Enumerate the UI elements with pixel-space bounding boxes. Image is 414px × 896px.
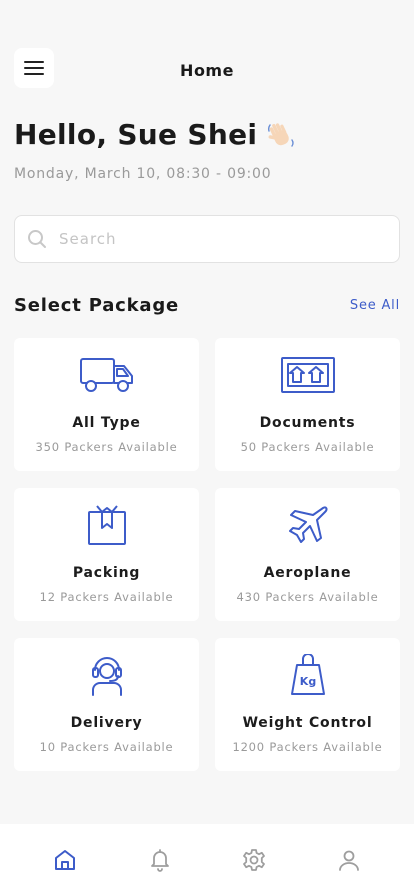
nav-home[interactable] bbox=[41, 836, 89, 884]
package-card-aeroplane[interactable]: Aeroplane 430 Packers Available bbox=[215, 488, 400, 621]
package-count: 430 Packers Available bbox=[236, 590, 379, 604]
search-input[interactable] bbox=[59, 230, 359, 248]
package-name: Packing bbox=[72, 565, 141, 581]
waving-hand-icon bbox=[265, 119, 297, 151]
package-count: 1200 Packers Available bbox=[232, 740, 383, 754]
svg-text:Kg: Kg bbox=[299, 675, 315, 688]
bell-icon bbox=[150, 849, 169, 872]
headset-agent-icon bbox=[91, 657, 122, 696]
page-title: Home bbox=[180, 61, 234, 80]
aeroplane-icon bbox=[288, 506, 327, 543]
truck-icon bbox=[79, 358, 133, 392]
package-card-delivery[interactable]: Delivery 10 Packers Available bbox=[14, 638, 199, 771]
package-count: 12 Packers Available bbox=[39, 590, 174, 604]
greeting-text: Hello, Sue Shei bbox=[14, 118, 258, 151]
user-icon bbox=[338, 850, 359, 871]
nav-profile[interactable] bbox=[325, 836, 373, 884]
nav-notifications[interactable] bbox=[136, 836, 184, 884]
package-name: Aeroplane bbox=[263, 565, 352, 581]
see-all-link[interactable]: See All bbox=[350, 298, 400, 313]
greeting-heading: Hello, Sue Shei bbox=[14, 118, 297, 151]
package-name: Weight Control bbox=[242, 715, 373, 731]
schedule-date-time: Monday, March 10, 08:30 - 09:00 bbox=[14, 166, 272, 182]
documents-box-icon bbox=[280, 357, 335, 393]
section-title: Select Package bbox=[14, 295, 180, 316]
package-count: 350 Packers Available bbox=[35, 440, 178, 454]
package-card-weight-control[interactable]: Kg Weight Control 1200 Packers Available bbox=[215, 638, 400, 771]
package-count: 50 Packers Available bbox=[240, 440, 375, 454]
package-name: All Type bbox=[72, 415, 141, 431]
gear-icon bbox=[243, 849, 266, 871]
package-card-documents[interactable]: Documents 50 Packers Available bbox=[215, 338, 400, 471]
bottom-navigation bbox=[0, 824, 414, 896]
search-icon bbox=[28, 230, 46, 248]
kg-weight-icon: Kg bbox=[290, 654, 325, 695]
gift-box-icon bbox=[87, 505, 126, 545]
home-icon bbox=[55, 850, 76, 870]
package-count: 10 Packers Available bbox=[39, 740, 174, 754]
package-card-packing[interactable]: Packing 12 Packers Available bbox=[14, 488, 199, 621]
home-screen: Home Hello, Sue Shei Monday, March 10, 0… bbox=[0, 0, 414, 896]
package-card-all-type[interactable]: All Type 350 Packers Available bbox=[14, 338, 199, 471]
nav-settings[interactable] bbox=[230, 836, 278, 884]
package-name: Documents bbox=[259, 415, 356, 431]
search-bar[interactable] bbox=[14, 215, 400, 263]
package-name: Delivery bbox=[70, 715, 143, 731]
package-grid: All Type 350 Packers Available Documents… bbox=[14, 338, 400, 771]
